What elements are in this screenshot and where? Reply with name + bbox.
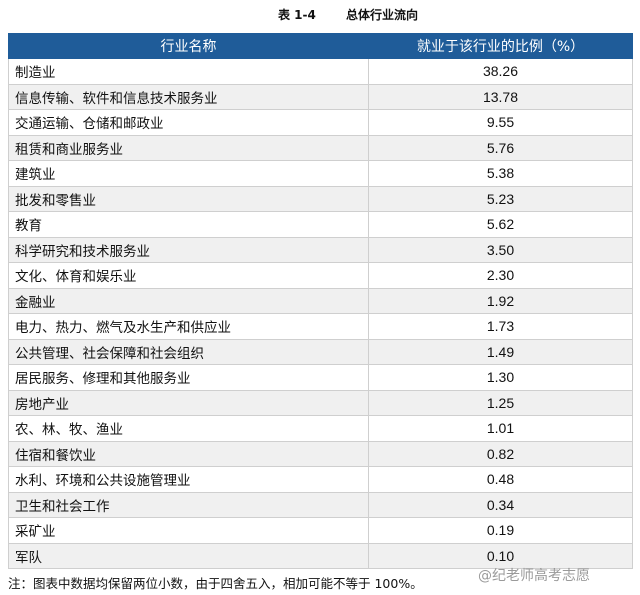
- table-header-row: 行业名称 就业于该行业的比例（%）: [8, 33, 633, 59]
- table-row: 租赁和商业服务业 5.76: [8, 134, 633, 161]
- industry-name-cell: 科学研究和技术服务业: [8, 236, 369, 263]
- column-header-ratio: 就业于该行业的比例（%）: [368, 33, 633, 59]
- ratio-value-cell: 9.55: [368, 109, 633, 136]
- table-row: 采矿业 0.19: [8, 517, 633, 544]
- ratio-value-cell: 2.30: [368, 262, 633, 289]
- industry-name-cell: 采矿业: [8, 517, 369, 544]
- ratio-value-cell: 0.48: [368, 466, 633, 493]
- ratio-value-cell: 0.19: [368, 517, 633, 544]
- ratio-value-cell: 5.76: [368, 134, 633, 161]
- table-row: 信息传输、软件和信息技术服务业 13.78: [8, 83, 633, 110]
- ratio-value-cell: 5.23: [368, 185, 633, 212]
- table-row: 住宿和餐饮业 0.82: [8, 440, 633, 467]
- table-row: 房地产业 1.25: [8, 389, 633, 416]
- ratio-value-cell: 5.62: [368, 211, 633, 238]
- table-row: 居民服务、修理和其他服务业 1.30: [8, 364, 633, 391]
- table-note: 注：图表中数据均保留两位小数，由于四舍五入，相加可能不等于 100%。: [8, 576, 423, 591]
- industry-name-cell: 金融业: [8, 287, 369, 314]
- ratio-value-cell: 1.25: [368, 389, 633, 416]
- industry-name-cell: 水利、环境和公共设施管理业: [8, 466, 369, 493]
- ratio-value-cell: 13.78: [368, 83, 633, 110]
- table-row: 电力、热力、燃气及水生产和供应业 1.73: [8, 313, 633, 340]
- industry-name-cell: 制造业: [8, 58, 369, 85]
- industry-name-cell: 信息传输、软件和信息技术服务业: [8, 83, 369, 110]
- watermark: @纪老师高考志愿: [478, 565, 590, 585]
- table-row: 金融业 1.92: [8, 287, 633, 314]
- table-row: 农、林、牧、渔业 1.01: [8, 415, 633, 442]
- watermark-text: @纪老师高考志愿: [478, 568, 590, 584]
- table-row: 批发和零售业 5.23: [8, 185, 633, 212]
- ratio-value-cell: 0.34: [368, 491, 633, 518]
- ratio-value-cell: 38.26: [368, 58, 633, 85]
- ratio-value-cell: 3.50: [368, 236, 633, 263]
- industry-name-cell: 公共管理、社会保障和社会组织: [8, 338, 369, 365]
- ratio-value-cell: 1.73: [368, 313, 633, 340]
- industry-name-cell: 租赁和商业服务业: [8, 134, 369, 161]
- column-header-industry: 行业名称: [8, 33, 369, 59]
- table-row: 卫生和社会工作 0.34: [8, 491, 633, 518]
- table-title: 总体行业流向: [346, 8, 419, 22]
- table-row: 建筑业 5.38: [8, 160, 633, 187]
- table-row: 科学研究和技术服务业 3.50: [8, 236, 633, 263]
- industry-name-cell: 农、林、牧、渔业: [8, 415, 369, 442]
- ratio-value-cell: 0.82: [368, 440, 633, 467]
- ratio-value-cell: 1.92: [368, 287, 633, 314]
- industry-name-cell: 住宿和餐饮业: [8, 440, 369, 467]
- industry-name-cell: 文化、体育和娱乐业: [8, 262, 369, 289]
- ratio-value-cell: 1.30: [368, 364, 633, 391]
- table-row: 制造业 38.26: [8, 58, 633, 85]
- table-caption: 表 1-4 总体行业流向: [0, 6, 640, 24]
- industry-name-cell: 卫生和社会工作: [8, 491, 369, 518]
- industry-name-cell: 建筑业: [8, 160, 369, 187]
- table-row: 文化、体育和娱乐业 2.30: [8, 262, 633, 289]
- table-body: 制造业 38.26 信息传输、软件和信息技术服务业 13.78 交通运输、仓储和邮政业 9…: [8, 58, 633, 569]
- table-row: 水利、环境和公共设施管理业 0.48: [8, 466, 633, 493]
- industry-name-cell: 电力、热力、燃气及水生产和供应业: [8, 313, 369, 340]
- table-row: 教育 5.62: [8, 211, 633, 238]
- ratio-value-cell: 5.38: [368, 160, 633, 187]
- table-row: 公共管理、社会保障和社会组织 1.49: [8, 338, 633, 365]
- industry-name-cell: 居民服务、修理和其他服务业: [8, 364, 369, 391]
- ratio-value-cell: 1.49: [368, 338, 633, 365]
- industry-name-cell: 军队: [8, 542, 369, 569]
- industry-name-cell: 教育: [8, 211, 369, 238]
- industry-name-cell: 交通运输、仓储和邮政业: [8, 109, 369, 136]
- industry-flow-table: 行业名称 就业于该行业的比例（%） 制造业 38.26 信息传输、软件和信息技术服务…: [8, 33, 633, 569]
- ratio-value-cell: 1.01: [368, 415, 633, 442]
- table-row: 交通运输、仓储和邮政业 9.55: [8, 109, 633, 136]
- table-number: 表 1-4: [278, 8, 316, 22]
- industry-name-cell: 房地产业: [8, 389, 369, 416]
- industry-name-cell: 批发和零售业: [8, 185, 369, 212]
